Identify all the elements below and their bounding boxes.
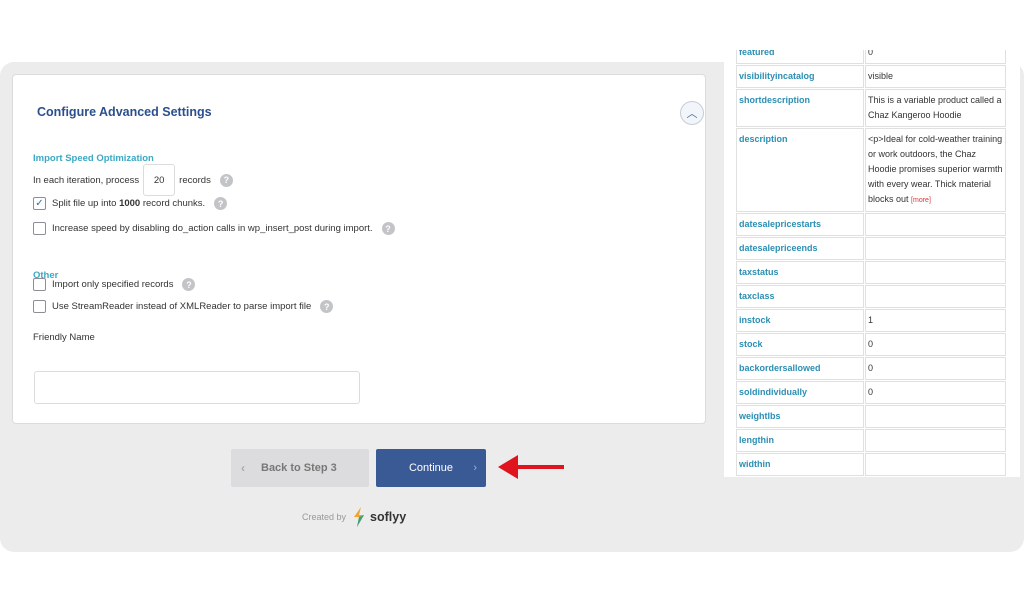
specified-records-label: Import only specified records <box>52 279 174 290</box>
field-value <box>865 237 1006 260</box>
field-value: 0 <box>865 357 1006 380</box>
created-by-text: Created by <box>302 512 347 522</box>
field-name: visibilityincatalog <box>736 65 864 88</box>
field-value: 0 <box>865 381 1006 404</box>
record-preview-table: featured 0 visibilityincatalog visible sho… <box>724 50 1020 477</box>
table-row: instock 1 <box>736 309 1006 332</box>
iteration-prefix: In each iteration, process <box>33 174 140 186</box>
field-value: This is a variable product called a Chaz… <box>865 89 1006 127</box>
advanced-settings-panel: Configure Advanced Settings ︿ Import Spe… <box>12 74 706 424</box>
field-name: instock <box>736 309 864 332</box>
split-file-row: ✓ Split file up into 1000 record chunks.… <box>33 197 228 210</box>
field-value: <p>Ideal for cold-weather training or wo… <box>865 128 1006 212</box>
field-name: lengthin <box>736 429 864 452</box>
streamreader-checkbox[interactable] <box>33 300 46 313</box>
table-row: widthin <box>736 453 1006 476</box>
field-value <box>865 453 1006 476</box>
field-name: taxclass <box>736 285 864 308</box>
table-row: taxstatus <box>736 261 1006 284</box>
field-value <box>865 405 1006 428</box>
field-name: taxstatus <box>736 261 864 284</box>
chevron-right-icon: › <box>473 462 477 474</box>
table-row: backordersallowed 0 <box>736 357 1006 380</box>
collapse-button[interactable]: ︿ <box>680 101 704 125</box>
help-icon[interactable]: ? <box>219 173 233 187</box>
disable-action-label: Increase speed by disabling do_action ca… <box>52 223 373 234</box>
chevron-left-icon: ‹ <box>241 461 245 475</box>
field-name: datesalepricestarts <box>736 213 864 236</box>
table-row: visibilityincatalog visible <box>736 65 1006 88</box>
table-row: soldindividually 0 <box>736 381 1006 404</box>
friendly-name-label: Friendly Name <box>33 332 95 343</box>
back-button-label: Back to Step 3 <box>261 462 337 474</box>
split-count: 1000 <box>119 198 141 209</box>
table-row: shortdescription This is a variable produ… <box>736 89 1006 127</box>
records-per-iteration-input[interactable]: 20 <box>143 164 176 196</box>
continue-button[interactable]: Continue › <box>376 449 486 487</box>
help-icon[interactable]: ? <box>214 197 228 210</box>
specified-records-row: Import only specified records ? <box>33 278 196 291</box>
field-name: stock <box>736 333 864 356</box>
table-row: taxclass <box>736 285 1006 308</box>
back-to-step-3-button[interactable]: ‹ Back to Step 3 <box>231 449 369 487</box>
created-by-credit: Created by soflyy <box>302 506 406 528</box>
streamreader-label: Use StreamReader instead of XMLReader to… <box>52 301 312 312</box>
panel-title: Configure Advanced Settings <box>37 105 212 119</box>
iteration-row: In each iteration, process 20 records ? <box>33 164 233 196</box>
chevron-up-icon: ︿ <box>686 108 698 120</box>
field-value: 0 <box>865 333 1006 356</box>
friendly-name-label-text: Friendly Name <box>33 332 95 343</box>
specified-records-checkbox[interactable] <box>33 278 46 291</box>
field-value <box>865 261 1006 284</box>
iteration-suffix: records <box>179 174 211 186</box>
brand-name: soflyy <box>370 510 407 524</box>
field-value: 1 <box>865 309 1006 332</box>
split-text-after: record chunks. <box>142 198 206 209</box>
field-name: weightlbs <box>736 405 864 428</box>
disable-action-checkbox[interactable] <box>33 222 46 235</box>
field-value <box>865 429 1006 452</box>
streamreader-row: Use StreamReader instead of XMLReader to… <box>33 300 334 313</box>
field-value: 0 <box>865 50 1006 64</box>
split-file-checkbox[interactable]: ✓ <box>33 197 46 210</box>
help-icon[interactable]: ? <box>381 222 395 235</box>
table-row: featured 0 <box>736 50 1006 64</box>
field-value <box>865 285 1006 308</box>
continue-button-label: Continue <box>408 462 454 474</box>
help-icon[interactable]: ? <box>182 278 196 291</box>
split-text-before: Split file up into <box>52 198 117 209</box>
more-link[interactable]: [more] <box>911 197 931 204</box>
soflyy-logo-icon <box>354 507 365 527</box>
table-row: weightlbs <box>736 405 1006 428</box>
friendly-name-input[interactable] <box>34 371 360 404</box>
field-name: backordersallowed <box>736 357 864 380</box>
disable-action-row: Increase speed by disabling do_action ca… <box>33 222 395 235</box>
table-row: datesalepriceends <box>736 237 1006 260</box>
field-value: visible <box>865 65 1006 88</box>
field-value <box>865 213 1006 236</box>
table-row: stock 0 <box>736 333 1006 356</box>
speed-section-heading: Import Speed Optimization <box>33 153 154 164</box>
field-name: featured <box>736 50 864 64</box>
field-name: datesalepriceends <box>736 237 864 260</box>
help-icon[interactable]: ? <box>320 300 334 313</box>
table-row: lengthin <box>736 429 1006 452</box>
field-name: widthin <box>736 453 864 476</box>
table-row: description <p>Ideal for cold-weather tra… <box>736 128 1006 212</box>
red-arrow-icon <box>498 455 564 479</box>
field-name: shortdescription <box>736 89 864 127</box>
field-name: description <box>736 128 864 212</box>
field-name: soldindividually <box>736 381 864 404</box>
table-row: datesalepricestarts <box>736 213 1006 236</box>
checkmark-icon: ✓ <box>35 198 44 209</box>
description-text: <p>Ideal for cold-weather training or wo… <box>868 134 1003 204</box>
